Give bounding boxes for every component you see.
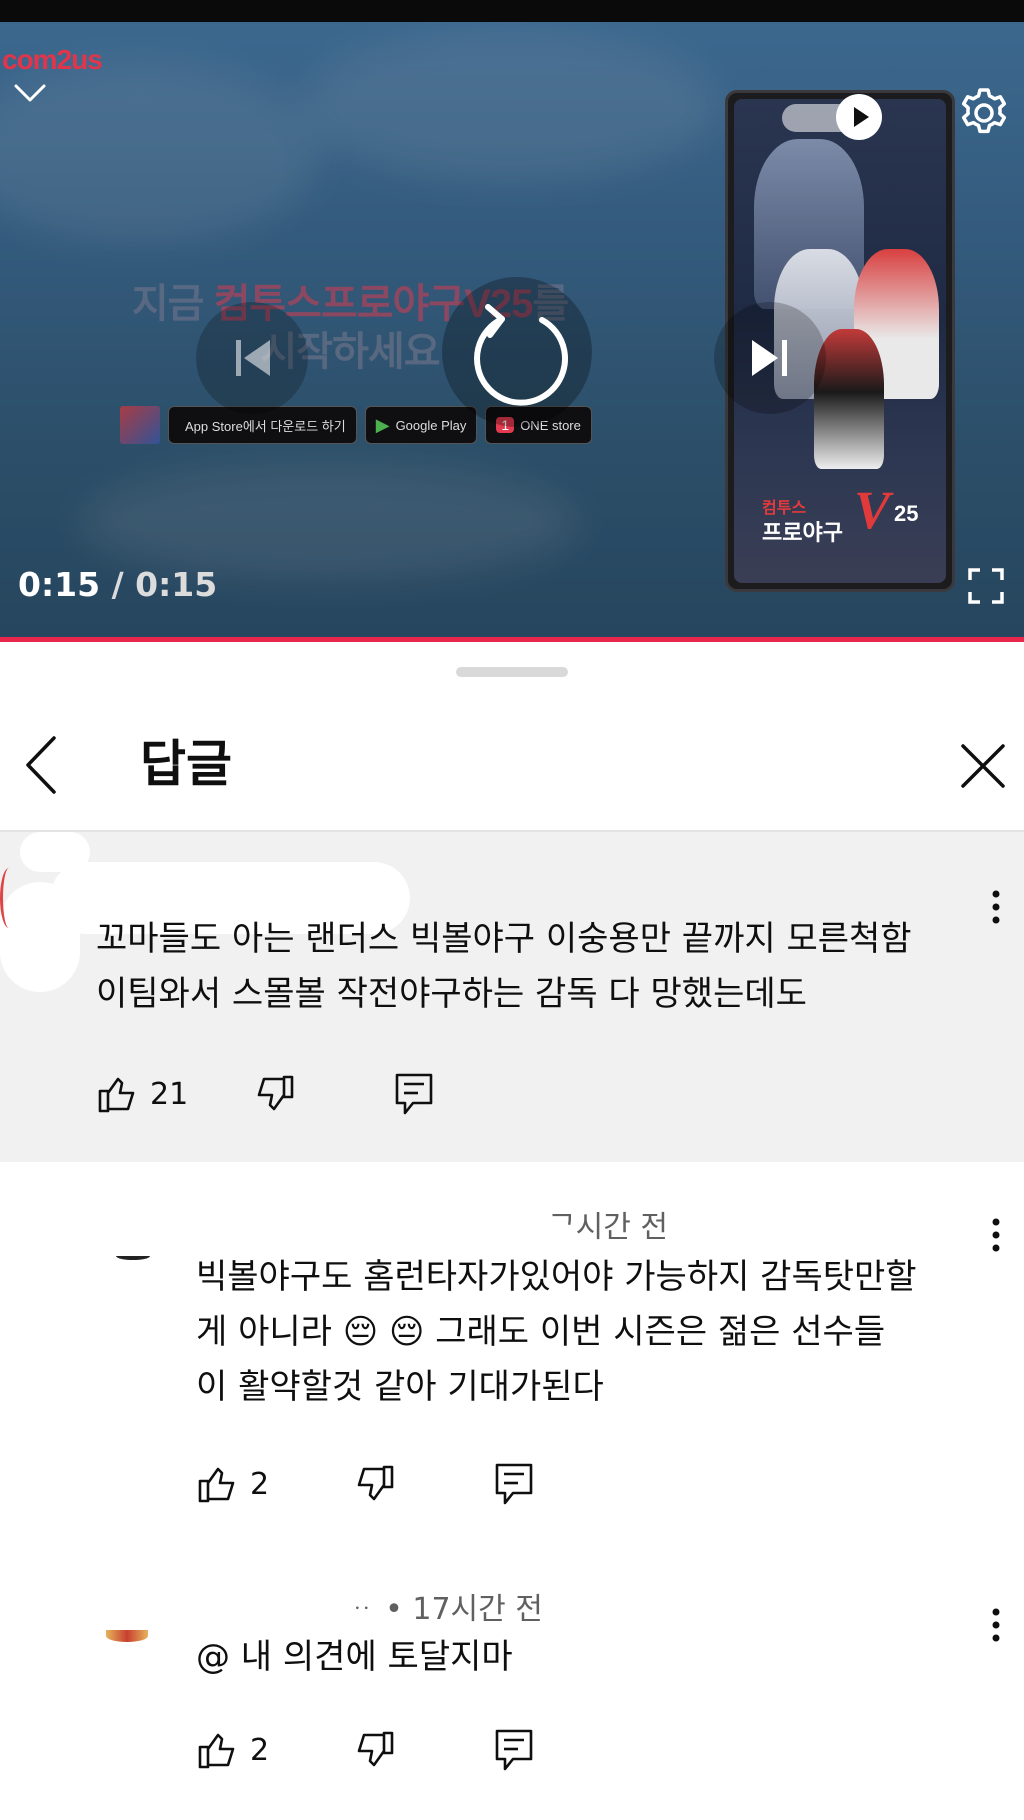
next-button[interactable]: [714, 302, 826, 414]
like-icon: [98, 1077, 135, 1113]
avatar: [0, 868, 18, 928]
comment-text: 꼬마들도 아는 랜더스 빅볼야구 이숭용만 끝까지 모른척함 이팀와서 스몰볼 …: [96, 919, 912, 1014]
autoplay-knob: [836, 94, 882, 140]
dislike-icon: [357, 1731, 394, 1767]
back-button[interactable]: [18, 730, 78, 800]
reply-text: @ 내 의견에 토달지마: [196, 1637, 513, 1677]
fullscreen-icon: [968, 568, 1004, 604]
like-button[interactable]: 21: [96, 1064, 188, 1124]
like-icon: [198, 1733, 235, 1769]
reply-icon: [395, 1073, 433, 1115]
phone-logo-line1: 컴투스: [762, 500, 807, 517]
video-progress-bar[interactable]: [0, 637, 1024, 642]
dislike-button[interactable]: [254, 1064, 296, 1124]
dislike-button[interactable]: [354, 1720, 396, 1780]
phone-logo-line2: 프로야구: [762, 520, 843, 545]
close-button[interactable]: [955, 738, 1011, 794]
collapse-button[interactable]: [10, 74, 50, 114]
status-strip: [0, 0, 1024, 22]
fullscreen-button[interactable]: [966, 566, 1006, 606]
comment-actions: 21: [96, 1064, 496, 1124]
like-button[interactable]: 2: [196, 1720, 269, 1780]
reply-icon: [495, 1463, 533, 1505]
time-display: 0:15 / 0:15: [18, 565, 217, 604]
settings-button[interactable]: [955, 84, 1013, 142]
replay-icon: [474, 304, 568, 406]
avatar: [116, 1252, 150, 1260]
autoplay-toggle-icon: [854, 107, 869, 127]
game-thumbnail: [120, 406, 160, 444]
reply-text: 빅볼야구도 홈런타자가있어야 가능하지 감독탓만할 게 아니라 😔 😔 그래도 …: [196, 1257, 917, 1407]
reply-button[interactable]: [494, 1454, 534, 1514]
reply-icon: [495, 1729, 533, 1771]
store-badge-label: App Store에서 다운로드 하기: [185, 418, 346, 434]
previous-button[interactable]: [196, 302, 308, 414]
reply-meta: ᆢ • 17시간 전: [348, 1592, 543, 1627]
dislike-icon: [257, 1075, 294, 1111]
video-duration: 0:15: [135, 565, 218, 604]
replies-header: 답글: [0, 700, 1024, 830]
next-icon: [752, 340, 787, 376]
reply-comment: ᄀ시간 전 빅볼야구도 홈런타자가있어야 가능하지 감독탓만할 게 아니라 😔 …: [0, 1192, 1024, 1522]
previous-icon: [236, 340, 270, 376]
reply-meta: ᄀ시간 전: [548, 1210, 668, 1245]
time-separator: /: [100, 565, 136, 604]
like-icon: [198, 1467, 235, 1503]
like-count: 2: [250, 1466, 270, 1502]
back-arrow-icon: [26, 736, 56, 794]
phone-logo-25: 25: [894, 501, 919, 526]
google-play-icon: ▶: [375, 414, 390, 435]
reply-button[interactable]: [494, 1720, 534, 1780]
chevron-down-icon: [14, 84, 46, 102]
like-button[interactable]: 2: [196, 1454, 269, 1514]
parent-comment: 꼬마들도 아는 랜더스 빅볼야구 이숭용만 끝까지 모른척함 이팀와서 스몰볼 …: [0, 832, 1024, 1162]
replay-button[interactable]: [442, 277, 592, 427]
autoplay-toggle[interactable]: [782, 94, 882, 140]
like-count: 21: [150, 1076, 189, 1112]
dislike-icon: [357, 1465, 394, 1501]
comment-actions: 2: [196, 1454, 596, 1514]
dislike-button[interactable]: [354, 1454, 396, 1514]
sheet-drag-handle[interactable]: [456, 667, 568, 677]
comment-actions: 2: [196, 1720, 596, 1780]
brand-logo: com2us: [2, 44, 103, 75]
current-time: 0:15: [18, 565, 101, 604]
phone-logo-v: V: [854, 480, 891, 540]
reply-button[interactable]: [394, 1064, 434, 1124]
video-player[interactable]: com2us 지금 컴투스프로야구V25를 시작하세요 App Store에서 …: [0, 22, 1024, 640]
reply-comment: ᆢ • 17시간 전 @ 내 의견에 토달지마 2: [0, 1578, 1024, 1820]
gear-icon: [961, 88, 1007, 134]
close-icon: [961, 744, 1005, 788]
phone-logo-text: 컴투스 프로야구: [762, 494, 843, 545]
sheet-title: 답글: [140, 735, 232, 793]
like-count: 2: [250, 1732, 270, 1768]
avatar: [106, 1630, 148, 1642]
